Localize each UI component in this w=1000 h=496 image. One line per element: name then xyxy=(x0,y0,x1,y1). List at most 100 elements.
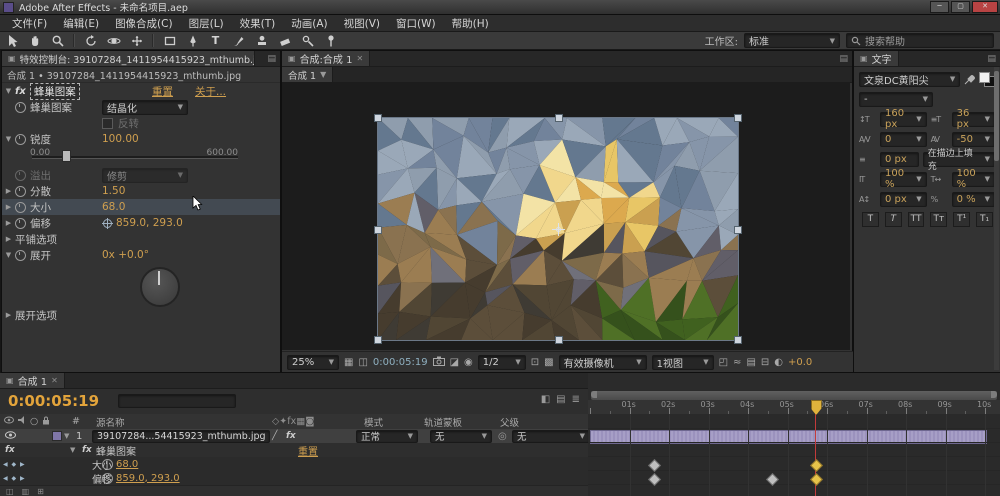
sharpness-value[interactable]: 100.00 xyxy=(102,133,139,145)
baseline-shift-select[interactable]: 0 px▼ xyxy=(880,192,927,207)
quality-switch-icon[interactable]: ╱ xyxy=(272,431,277,441)
selection-handle[interactable] xyxy=(734,226,742,234)
scrollbar-track[interactable] xyxy=(994,67,999,370)
mode-header[interactable]: 模式 xyxy=(364,415,383,429)
parent-header[interactable]: 父级 xyxy=(500,415,519,429)
keyframe-navigator[interactable]: ◀ ◆ ▶ xyxy=(3,461,26,468)
faux-italic-button[interactable]: T xyxy=(885,212,902,227)
trkmat-header[interactable]: 轨道蒙板 xyxy=(424,415,462,429)
timeline-button-icon[interactable]: ▤ xyxy=(746,357,755,368)
stroke-width-select[interactable]: 0 px xyxy=(880,152,919,167)
effect-name[interactable]: 蜂巢图案 xyxy=(30,83,80,100)
draft-3d-icon[interactable]: ▤ xyxy=(556,394,565,405)
twirl-right-icon[interactable]: ▶ xyxy=(2,235,15,243)
grid-guides-icon[interactable]: ▦ xyxy=(344,357,353,368)
effect-row[interactable]: fx ▼ fx 蜂巢图案 重置 xyxy=(0,443,588,458)
vertical-scale-select[interactable]: 100 %▼ xyxy=(880,172,927,187)
viewer-tab[interactable]: 合成 1 ▼ xyxy=(282,67,333,82)
selection-handle[interactable] xyxy=(374,114,382,122)
pickwhip-icon[interactable]: ◎ xyxy=(498,431,507,442)
menu-item-5[interactable]: 动画(A) xyxy=(283,16,335,31)
menu-item-7[interactable]: 窗口(W) xyxy=(388,16,444,31)
twirl-down-icon[interactable]: ▼ xyxy=(64,432,69,440)
size-value[interactable]: 68.0 xyxy=(102,201,125,213)
snapshot-camera-icon[interactable] xyxy=(433,356,445,369)
effects-switch-icon[interactable]: fx xyxy=(286,431,296,441)
rectangle-tool-icon[interactable] xyxy=(159,33,180,48)
layer-row[interactable]: ▼ 1 39107284...54415923_mthumb.jpg ╱ fx … xyxy=(0,429,588,444)
invert-checkbox[interactable] xyxy=(102,118,113,129)
navigator-start-handle[interactable] xyxy=(591,391,597,398)
stopwatch-icon[interactable] xyxy=(15,250,26,261)
orbit-camera-tool-icon[interactable] xyxy=(103,33,124,48)
pixel-aspect-icon[interactable]: ◰ xyxy=(719,357,728,368)
rotation-tool-icon[interactable] xyxy=(80,33,101,48)
transparency-grid-icon[interactable]: ▩ xyxy=(544,357,553,368)
selection-handle[interactable] xyxy=(374,336,382,344)
comp-mini-flowchart-icon[interactable]: ◧ xyxy=(541,394,550,405)
effect-controls-tab[interactable]: ▣ 特效控制台: 39107284_1411954415923_mthumb.j… xyxy=(2,51,255,66)
panel-menu-icon[interactable]: ▤ xyxy=(263,51,280,66)
small-caps-button[interactable]: Tт xyxy=(930,212,947,227)
type-tool-icon[interactable]: T xyxy=(205,33,226,48)
stopwatch-icon[interactable] xyxy=(15,102,26,113)
eye-icon[interactable] xyxy=(5,431,16,442)
selection-handle[interactable] xyxy=(555,336,563,344)
timeline-offset-value[interactable]: 859.0, 293.0 xyxy=(116,473,180,484)
menu-item-6[interactable]: 视图(V) xyxy=(336,16,388,31)
effect-about-link[interactable]: 关于... xyxy=(195,84,226,99)
twirl-right-icon[interactable]: ▶ xyxy=(2,187,15,195)
offset-property-row[interactable]: ◀ ◆ ▶ 偏移 859.0, 293.0 xyxy=(0,471,588,486)
time-ruler[interactable]: 01s02s03s04s05s06s07s08s09s10s xyxy=(588,400,1000,415)
close-button[interactable]: ✕ xyxy=(972,1,998,13)
fill-color-swatch[interactable] xyxy=(979,72,990,83)
effect-point-icon[interactable] xyxy=(102,218,113,229)
superscript-button[interactable]: T¹ xyxy=(953,212,970,227)
twirl-down-icon[interactable]: ▼ xyxy=(2,87,15,95)
comp-timecode[interactable]: 0:00:05:19 xyxy=(373,357,428,368)
tracking-select[interactable]: -50▼ xyxy=(952,132,995,147)
twirl-right-icon[interactable]: ▶ xyxy=(2,219,15,227)
pattern-select[interactable]: 结晶化 ▼ xyxy=(102,100,188,115)
font-size-select[interactable]: 160 px▼ xyxy=(880,112,927,127)
sharpness-slider-handle[interactable] xyxy=(62,150,71,162)
close-tab-icon[interactable]: ✕ xyxy=(51,376,58,385)
effect-enable-icon[interactable]: fx xyxy=(5,445,15,455)
font-style-select[interactable]: -▼ xyxy=(859,92,933,107)
evolution-dial[interactable] xyxy=(140,267,180,307)
title-bar[interactable]: Adobe After Effects - 未命名项目.aep ─ ▢ ✕ xyxy=(0,0,1000,15)
stopwatch-icon[interactable] xyxy=(15,186,26,197)
source-name-header[interactable]: 源名称 xyxy=(96,415,125,429)
faux-bold-button[interactable]: T xyxy=(862,212,879,227)
font-family-select[interactable]: 文泉DC黄阳尖▼ xyxy=(859,72,960,87)
evolution-value[interactable]: 0x +0.0° xyxy=(102,249,149,261)
expand-modes-icon[interactable]: ▥ xyxy=(22,487,30,496)
size-property-row[interactable]: ◀ ◆ ▶ 大小 68.0 xyxy=(0,457,588,472)
twirl-down-icon[interactable]: ▼ xyxy=(2,135,15,143)
brush-tool-icon[interactable] xyxy=(228,33,249,48)
character-tab[interactable]: ▣ 文字 xyxy=(854,51,899,66)
composition-image[interactable] xyxy=(378,118,738,340)
twirl-down-icon[interactable]: ▼ xyxy=(2,251,15,259)
selection-handle[interactable] xyxy=(555,114,563,122)
maximize-button[interactable]: ▢ xyxy=(951,1,970,13)
close-tab-icon[interactable]: ✕ xyxy=(356,54,363,63)
resolution-select[interactable]: 1/2▼ xyxy=(478,355,526,370)
camera-select[interactable]: 有效摄像机▼ xyxy=(559,355,647,370)
menu-item-2[interactable]: 图像合成(C) xyxy=(107,16,181,31)
disperse-value[interactable]: 1.50 xyxy=(102,185,125,197)
panel-menu-icon[interactable]: ▤ xyxy=(835,51,852,66)
eyedropper-icon[interactable] xyxy=(964,74,975,85)
effect-header-row[interactable]: ▼ fx 蜂巢图案 重置 关于... xyxy=(2,83,280,99)
pen-tool-icon[interactable] xyxy=(182,33,203,48)
composition-tab[interactable]: ▣ 合成:合成 1 ✕ xyxy=(282,51,370,66)
all-caps-button[interactable]: TT xyxy=(908,212,925,227)
workspace-select[interactable]: 标准 ▼ xyxy=(744,33,840,48)
fill-stroke-swatches[interactable] xyxy=(979,72,995,86)
timeline-timecode[interactable]: 0:00:05:19 xyxy=(8,392,99,410)
magnification-select[interactable]: 25%▼ xyxy=(287,355,339,370)
horizontal-scale-select[interactable]: 100 %▼ xyxy=(952,172,995,187)
timeline-search-box[interactable] xyxy=(118,394,236,408)
menu-item-8[interactable]: 帮助(H) xyxy=(444,16,497,31)
timeline-effect-name[interactable]: 蜂巢图案 xyxy=(96,443,136,458)
